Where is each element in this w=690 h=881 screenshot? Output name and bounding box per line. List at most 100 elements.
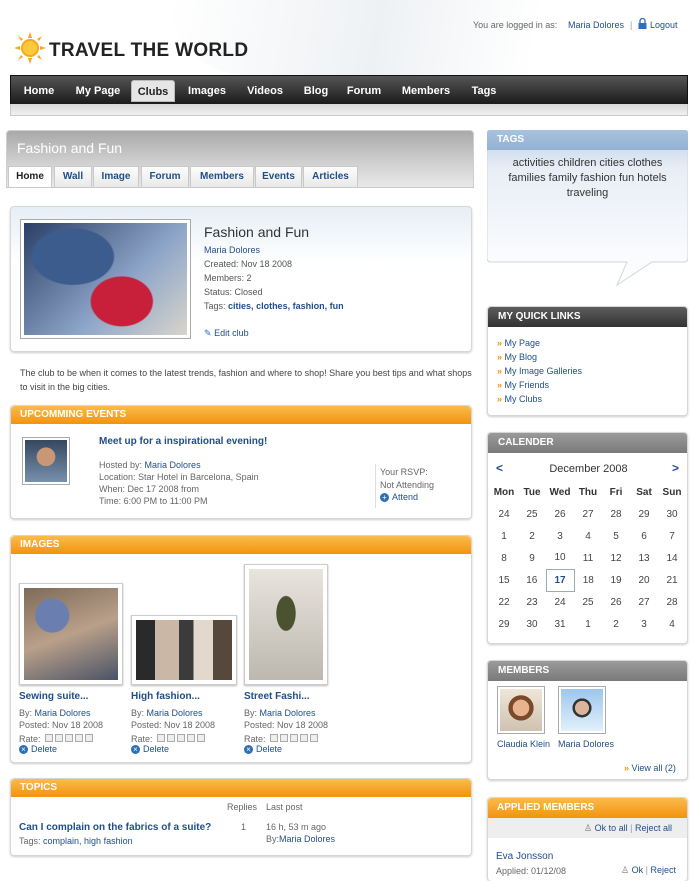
tab-members[interactable]: Members [190, 166, 254, 187]
nav-tags[interactable]: Tags [467, 76, 501, 106]
image-rating[interactable]: Rate: [19, 732, 95, 744]
calendar-day[interactable]: 16 [518, 569, 546, 591]
delete-link[interactable]: Delete [143, 744, 169, 754]
image-title-link[interactable]: High fashion... [131, 691, 200, 702]
calendar-day[interactable]: 13 [630, 547, 658, 569]
image-author-link[interactable]: Maria Dolores [35, 708, 91, 718]
image-rating[interactable]: Rate: [244, 732, 320, 744]
tag-link[interactable]: fashion, [293, 301, 328, 311]
calendar-day[interactable]: 4 [658, 613, 686, 635]
nav-members[interactable]: Members [397, 76, 455, 106]
calendar-day[interactable]: 25 [518, 503, 546, 525]
quicklink-item[interactable]: » My Blog [497, 350, 582, 364]
calendar-day[interactable]: 6 [630, 525, 658, 547]
quicklink-label[interactable]: My Page [505, 338, 541, 348]
calendar-day-today[interactable]: 17 [545, 568, 575, 592]
tag-link[interactable]: clothes, [256, 301, 290, 311]
delete-link[interactable]: Delete [31, 744, 57, 754]
calendar-day[interactable]: 8 [490, 547, 518, 569]
member-avatar[interactable] [558, 686, 606, 734]
applicant-name-link[interactable]: Eva Jonsson [496, 851, 553, 862]
calendar-day[interactable]: 19 [602, 569, 630, 591]
calendar-day[interactable]: 2 [602, 613, 630, 635]
calendar-day[interactable]: 30 [658, 503, 686, 525]
image-thumb[interactable] [244, 564, 328, 685]
logout-link[interactable]: Logout [650, 20, 678, 30]
calendar-day[interactable]: 2 [518, 525, 546, 547]
reject-link[interactable]: Reject [650, 865, 676, 875]
calendar-day[interactable]: 27 [574, 503, 602, 525]
quicklink-item[interactable]: » My Clubs [497, 392, 582, 406]
calendar-day[interactable]: 23 [518, 591, 546, 613]
calendar-day[interactable]: 10 [546, 547, 574, 569]
calendar-day[interactable]: 24 [490, 503, 518, 525]
calendar-day[interactable]: 15 [490, 569, 518, 591]
quicklink-label[interactable]: My Clubs [505, 394, 543, 404]
topic-title-link[interactable]: Can I complain on the fabrics of a suite… [19, 822, 211, 833]
quicklink-item[interactable]: » My Friends [497, 378, 582, 392]
calendar-day[interactable]: 14 [658, 547, 686, 569]
edit-club-link[interactable]: Edit club [214, 328, 249, 338]
calendar-day[interactable]: 20 [630, 569, 658, 591]
delete-image-button[interactable]: × Delete [19, 744, 57, 755]
image-author-link[interactable]: Maria Dolores [147, 708, 203, 718]
attend-link[interactable]: Attend [392, 492, 418, 502]
nav-videos[interactable]: Videos [243, 76, 287, 106]
calendar-day[interactable]: 4 [574, 525, 602, 547]
member-name-link[interactable]: Claudia Klein [497, 739, 550, 749]
tab-events[interactable]: Events [255, 166, 302, 187]
site-logo[interactable]: TRAVEL THE WORLD [49, 40, 248, 62]
quicklink-item[interactable]: » My Image Galleries [497, 364, 582, 378]
calendar-day[interactable]: 29 [490, 613, 518, 635]
tag-link[interactable]: fun [330, 301, 344, 311]
calendar-day[interactable]: 24 [546, 591, 574, 613]
image-thumb[interactable] [19, 583, 123, 685]
calendar-day[interactable]: 7 [658, 525, 686, 547]
image-title-link[interactable]: Street Fashi... [244, 691, 310, 702]
tab-articles[interactable]: Articles [303, 166, 358, 187]
nav-blog[interactable]: Blog [299, 76, 333, 106]
delete-image-button[interactable]: × Delete [244, 744, 282, 755]
calendar-day[interactable]: 1 [490, 525, 518, 547]
quicklink-label[interactable]: My Friends [505, 380, 550, 390]
calendar-day[interactable]: 28 [658, 591, 686, 613]
tab-home[interactable]: Home [8, 166, 52, 188]
calendar-day[interactable]: 3 [630, 613, 658, 635]
reject-all-link[interactable]: Reject all [635, 823, 672, 833]
calendar-day[interactable]: 5 [602, 525, 630, 547]
nav-my-page[interactable]: My Page [69, 76, 127, 106]
calendar-day[interactable]: 18 [574, 569, 602, 591]
calendar-day[interactable]: 21 [658, 569, 686, 591]
delete-image-button[interactable]: × Delete [131, 744, 169, 755]
member-name-link[interactable]: Maria Dolores [558, 739, 614, 749]
calendar-day[interactable]: 28 [602, 503, 630, 525]
calendar-day[interactable]: 26 [546, 503, 574, 525]
member-avatar[interactable] [497, 686, 545, 734]
quicklink-label[interactable]: My Blog [505, 352, 538, 362]
calendar-day[interactable]: 12 [602, 547, 630, 569]
calendar-day[interactable]: 25 [574, 591, 602, 613]
image-author-link[interactable]: Maria Dolores [260, 708, 316, 718]
calendar-day[interactable]: 31 [546, 613, 574, 635]
calendar-day[interactable]: 22 [490, 591, 518, 613]
calendar-day[interactable]: 29 [630, 503, 658, 525]
attend-button[interactable]: + Attend [380, 492, 418, 503]
tab-image[interactable]: Image [93, 166, 139, 187]
view-all-link[interactable]: View all (2) [632, 763, 676, 773]
calendar-day[interactable]: 30 [518, 613, 546, 635]
tab-wall[interactable]: Wall [54, 166, 92, 187]
topic-last-by-link[interactable]: Maria Dolores [279, 834, 335, 844]
edit-club[interactable]: ✎ Edit club [204, 328, 249, 339]
calendar-day[interactable]: 1 [574, 613, 602, 635]
calendar-next[interactable]: > [672, 461, 679, 475]
user-link[interactable]: Maria Dolores [568, 20, 624, 30]
calendar-day[interactable]: 3 [546, 525, 574, 547]
image-title-link[interactable]: Sewing suite... [19, 691, 88, 702]
delete-link[interactable]: Delete [256, 744, 282, 754]
nav-clubs[interactable]: Clubs [131, 80, 175, 102]
quicklink-item[interactable]: » My Page [497, 336, 582, 350]
nav-forum[interactable]: Forum [343, 76, 385, 106]
quicklink-label[interactable]: My Image Galleries [505, 366, 583, 376]
image-thumb[interactable] [131, 615, 237, 685]
tab-forum[interactable]: Forum [141, 166, 189, 187]
